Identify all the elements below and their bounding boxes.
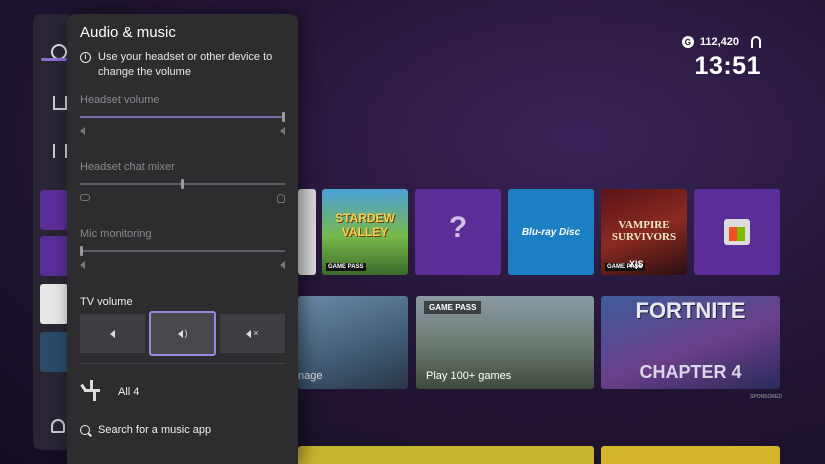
bluray-logo: Blu-ray Disc xyxy=(521,227,581,238)
tile-row3-right[interactable] xyxy=(601,446,780,464)
fortnite-title: FORTNITE xyxy=(635,298,746,323)
headset-volume-track[interactable] xyxy=(80,112,285,122)
info-icon: i xyxy=(80,52,91,63)
tile-manage[interactable]: nage xyxy=(298,296,408,389)
chat-mixer-track[interactable] xyxy=(80,179,285,189)
gamerscore-value: 112,420 xyxy=(699,36,739,48)
status-bar: G 112,420 xyxy=(681,36,761,48)
sponsored-label: SPONSORED xyxy=(750,394,782,400)
chat-mixer-slider[interactable]: Headset chat mixer xyxy=(80,161,285,204)
info-text: Use your headset or other device to chan… xyxy=(98,51,273,78)
guide-rail xyxy=(33,14,69,450)
manage-label: nage xyxy=(298,370,323,382)
person-icon xyxy=(277,194,285,203)
speaker-low-icon xyxy=(80,261,85,269)
tile-partial[interactable] xyxy=(298,189,316,275)
chat-mixer-thumb[interactable] xyxy=(181,179,184,189)
tile-help[interactable]: ? xyxy=(415,189,501,275)
info-message: i Use your headset or other device to ch… xyxy=(80,50,290,80)
speaker-high-icon xyxy=(280,127,285,135)
tile-stardew-valley[interactable]: STARDEW VALLEY GAME PASS xyxy=(322,189,408,275)
headset-volume-slider[interactable]: Headset volume xyxy=(80,94,285,137)
vampire-title: VAMPIRE SURVIVORS xyxy=(611,219,677,243)
tile-bluray[interactable]: Blu-ray Disc xyxy=(508,189,594,275)
panel-title: Audio & music xyxy=(80,24,176,41)
tv-volume-controls: ) × xyxy=(80,311,285,356)
mic-monitoring-slider[interactable]: Mic monitoring xyxy=(80,228,285,271)
controller-icon xyxy=(80,194,90,201)
divider xyxy=(80,363,285,364)
stardew-title: STARDEW VALLEY xyxy=(335,211,395,239)
rail-tile-broadcast[interactable] xyxy=(40,190,68,230)
tv-volume-down-button[interactable] xyxy=(80,314,145,353)
game-pass-mini-badge: GAME PASS xyxy=(326,263,366,271)
chat-mixer-label: Headset chat mixer xyxy=(80,161,175,173)
app-name: All 4 xyxy=(118,386,140,398)
gamerscore-icon: G xyxy=(681,36,694,48)
tile-game-pass[interactable]: GAME PASS Play 100+ games xyxy=(416,296,594,389)
tv-mute-button[interactable]: × xyxy=(220,314,285,353)
app-item-all4[interactable]: All 4 xyxy=(80,380,139,404)
channel-4-logo-icon xyxy=(80,380,104,404)
mic-monitoring-label: Mic monitoring xyxy=(80,228,152,240)
store-bag-icon xyxy=(724,219,750,245)
search-label: Search for a music app xyxy=(98,424,212,436)
speaker-high-icon xyxy=(280,261,285,269)
speaker-high-icon xyxy=(177,329,183,338)
rail-tile-youtube[interactable] xyxy=(40,284,68,324)
speaker-low-icon xyxy=(110,329,115,338)
clock: 13:51 xyxy=(694,52,761,80)
mic-monitoring-track[interactable] xyxy=(80,246,285,256)
rail-tile-game[interactable] xyxy=(40,332,68,372)
notifications-icon[interactable] xyxy=(51,419,65,433)
game-pass-badge: GAME PASS xyxy=(424,301,482,314)
chapter-label: CHAPTER 4 xyxy=(639,362,742,382)
audio-music-panel: Audio & music i Use your headset or othe… xyxy=(67,14,298,464)
headset-volume-thumb[interactable] xyxy=(282,112,285,122)
play-games-label: Play 100+ games xyxy=(426,370,512,382)
tile-row3-left[interactable] xyxy=(298,446,594,464)
rail-accent xyxy=(41,58,67,61)
library-icon[interactable] xyxy=(53,144,67,158)
search-icon xyxy=(80,425,90,435)
tv-volume-label: TV volume xyxy=(80,296,133,308)
mic-monitoring-thumb[interactable] xyxy=(80,246,83,256)
dashboard-background: G 112,420 13:51 STARDEW VALLEY GAME PASS… xyxy=(0,0,825,464)
headset-volume-label: Headset volume xyxy=(80,94,160,106)
speaker-mute-icon xyxy=(246,329,252,338)
xs-badge: X|S xyxy=(629,259,644,269)
speaker-low-icon xyxy=(80,127,85,135)
headset-volume-fill xyxy=(80,116,285,118)
home-icon[interactable] xyxy=(53,96,67,110)
tile-fortnite[interactable]: FORTNITE CHAPTER 4 xyxy=(601,296,780,389)
help-icon: ? xyxy=(448,211,468,244)
search-music-app[interactable]: Search for a music app xyxy=(80,424,211,436)
headset-icon xyxy=(751,36,761,48)
tile-store[interactable] xyxy=(694,189,780,275)
tile-vampire-survivors[interactable]: VAMPIRE SURVIVORS GAME PASS X|S xyxy=(601,189,687,275)
rail-tile-settings[interactable] xyxy=(40,236,68,276)
tv-volume-up-button[interactable]: ) xyxy=(149,311,216,356)
